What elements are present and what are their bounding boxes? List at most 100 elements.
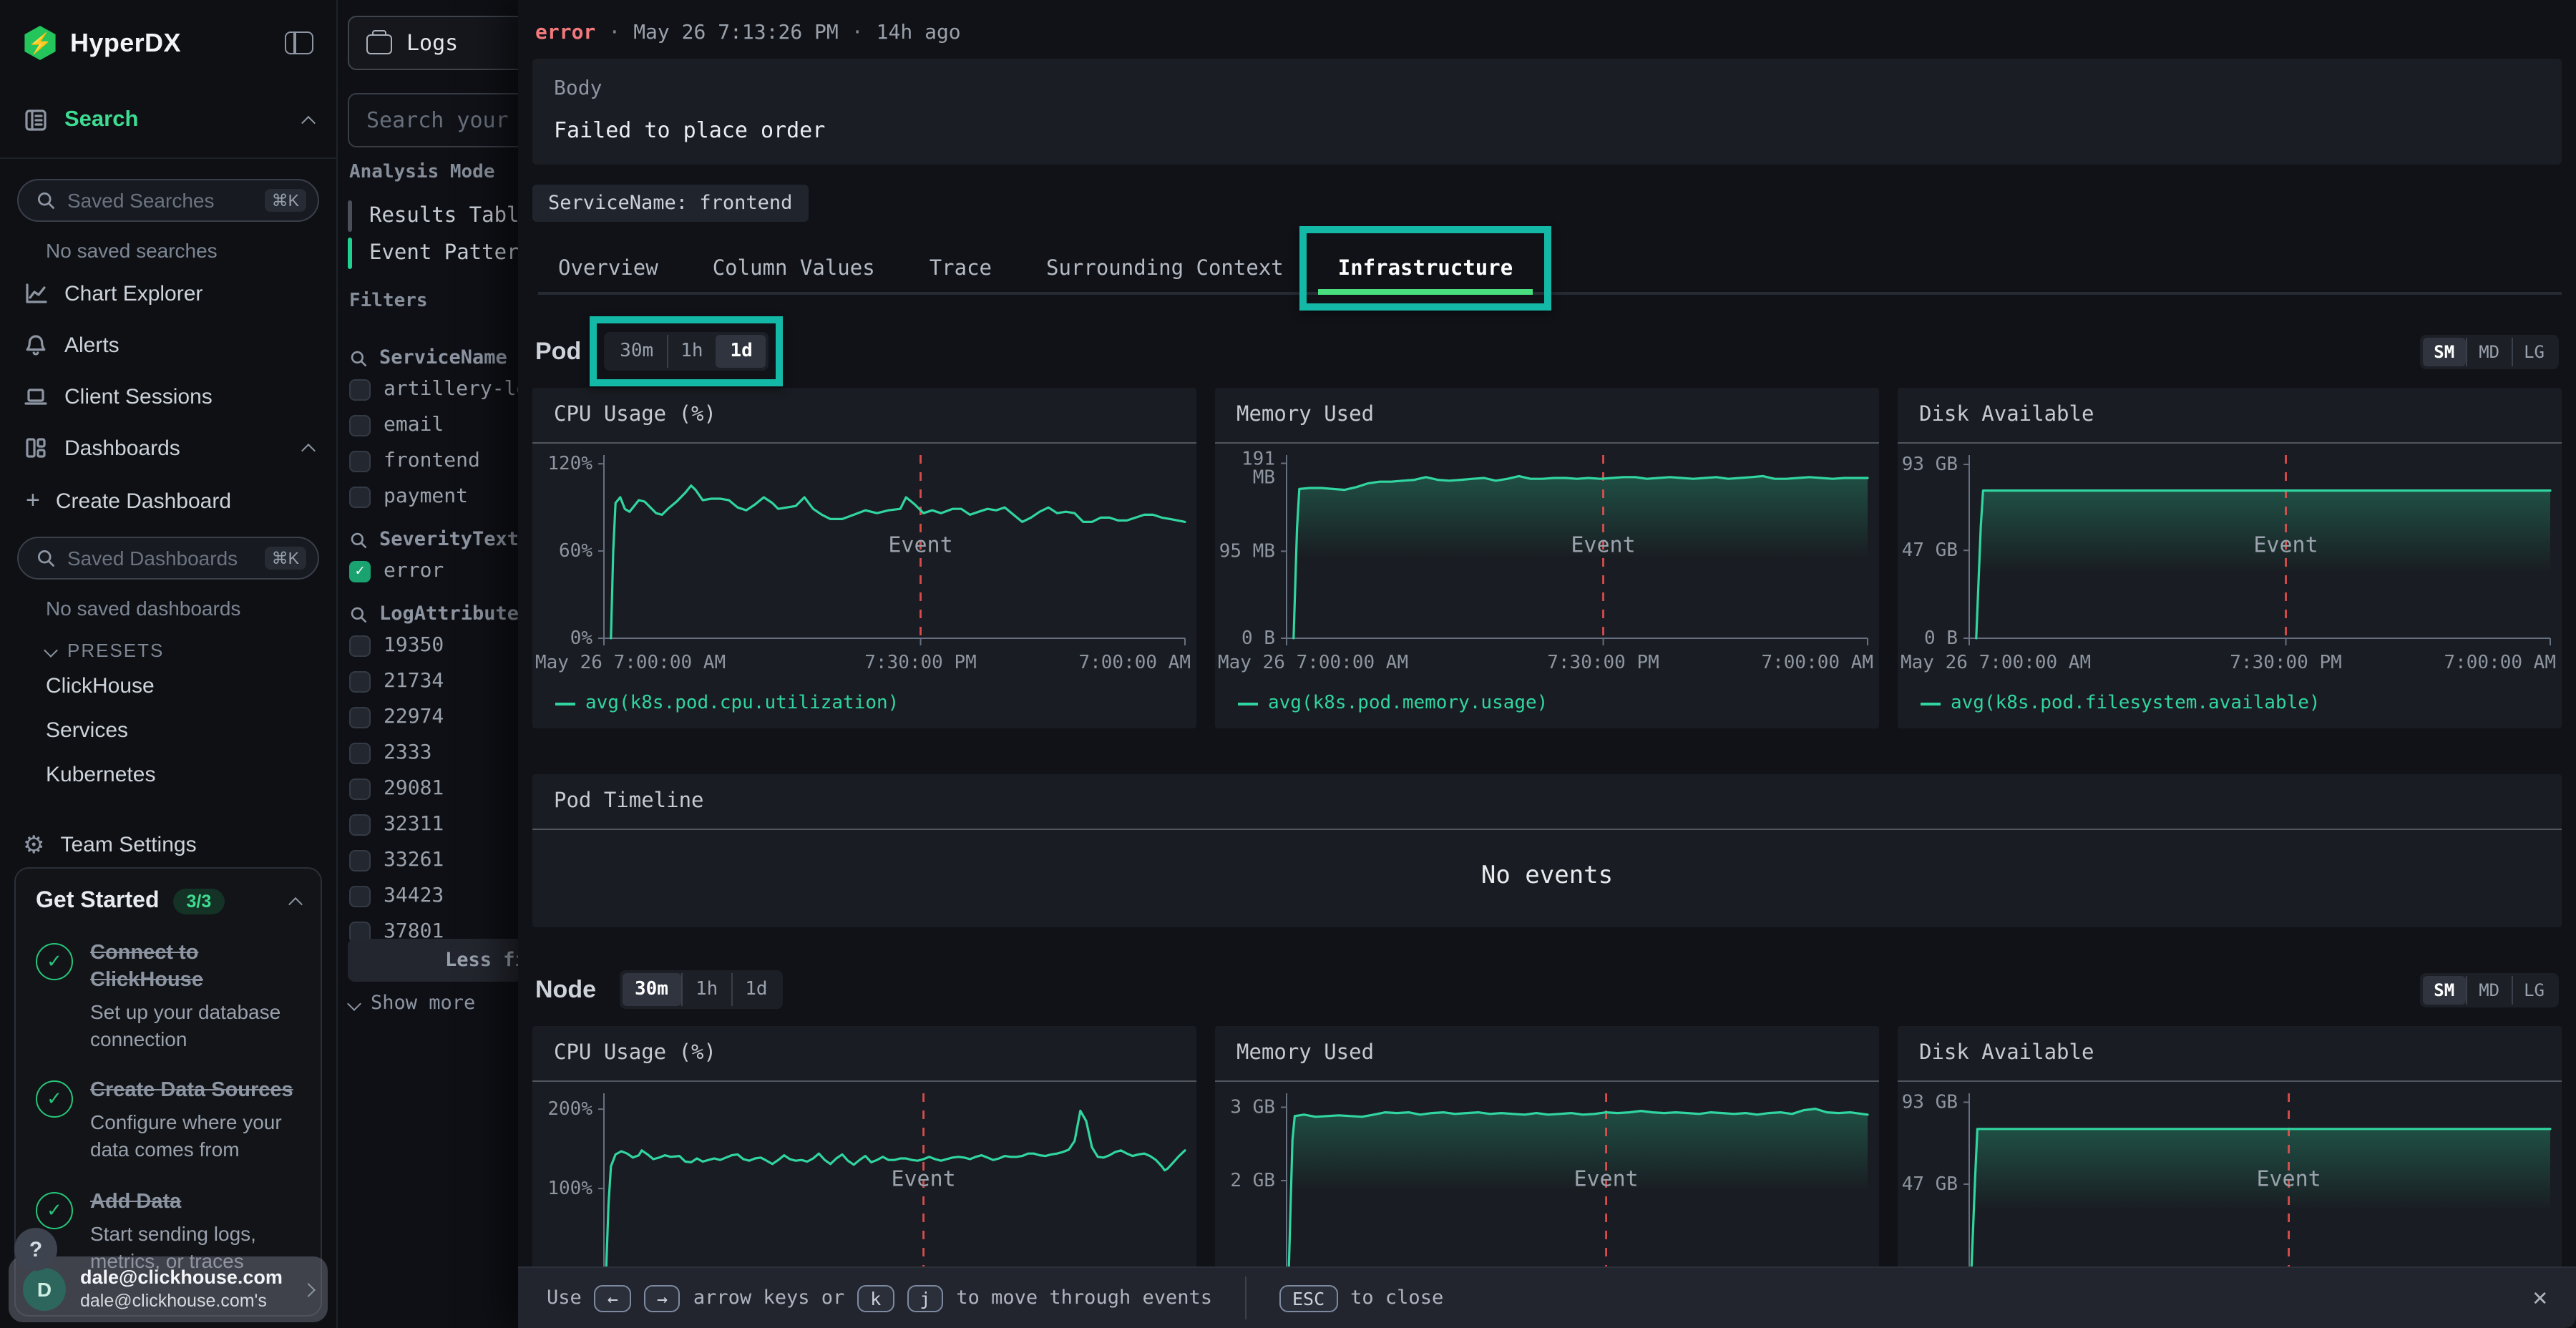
event-header: error · May 26 7:13:26 PM · 14h ago <box>518 0 2576 44</box>
sidebar-item-label: Team Settings <box>61 833 314 857</box>
presets-label: PRESETS <box>67 640 164 661</box>
svg-text:93 GB: 93 GB <box>1902 454 1958 475</box>
chart-legend: avg(k8s.pod.filesystem.available) <box>1898 690 2562 728</box>
node-range-1h[interactable]: 1h <box>681 973 731 1006</box>
svg-text:0 B: 0 B <box>1241 628 1275 649</box>
event-tabs: Overview Column Values Trace Surrounding Co… <box>538 245 2562 295</box>
segmented-control: 30m1h1d <box>604 332 769 371</box>
chevron-right-icon <box>301 1282 316 1297</box>
checkbox[interactable] <box>349 670 371 692</box>
svg-text:7:30:00 PM: 7:30:00 PM <box>1547 652 1659 673</box>
checkbox[interactable] <box>349 742 371 763</box>
checkbox[interactable] <box>349 486 371 507</box>
sidebar-item-chart-explorer[interactable]: Chart Explorer <box>0 268 336 319</box>
event-age: 14h ago <box>877 21 961 44</box>
tab-infrastructure[interactable]: Infrastructure <box>1318 245 1533 295</box>
pod-section-title: Pod <box>535 337 581 366</box>
filter-option-label: 32311 <box>384 813 444 836</box>
sidebar-item-dashboards[interactable]: Dashboards <box>0 422 336 474</box>
preset-item-services[interactable]: Services <box>0 708 336 753</box>
analysis-mode-label: Analysis Mode <box>349 162 495 183</box>
separator-dot: · <box>608 21 620 44</box>
pod-range-1d[interactable]: 1d <box>716 335 766 368</box>
checkbox[interactable] <box>349 635 371 656</box>
tab-overview[interactable]: Overview <box>538 245 678 295</box>
segmented-control: SMMDLG <box>2419 972 2559 1007</box>
get-started-task[interactable]: ✓Connect to ClickHouseSet up your databa… <box>36 940 301 1053</box>
pod-range-1h[interactable]: 1h <box>666 335 716 368</box>
sidebar-item-label: Search <box>64 107 288 133</box>
sidebar-item-team-settings[interactable]: ⚙ Team Settings <box>0 820 336 870</box>
filter-group-name: SeverityText <box>379 528 519 551</box>
checkbox[interactable] <box>349 885 371 907</box>
checkbox[interactable] <box>349 849 371 871</box>
mode-indicator <box>348 238 352 269</box>
annotation-box-infrastructure-tab <box>1299 226 1551 311</box>
chevron-up-icon[interactable] <box>288 897 303 911</box>
magnifier-icon <box>349 605 368 623</box>
svg-text:0 B: 0 B <box>1924 628 1958 649</box>
preset-item-kubernetes[interactable]: Kubernetes <box>0 753 336 797</box>
preset-item-clickhouse[interactable]: ClickHouse <box>0 664 336 708</box>
node-section-title: Node <box>535 975 596 1004</box>
checkbox[interactable] <box>349 706 371 728</box>
filter-option-label: 29081 <box>384 777 444 800</box>
user-menu[interactable]: D dale@clickhouse.com dale@clickhouse.co… <box>9 1256 328 1322</box>
node-size-sm[interactable]: SM <box>2422 975 2466 1004</box>
show-more-label: Show more <box>371 992 475 1015</box>
node-size-md[interactable]: MD <box>2466 975 2511 1004</box>
pod-charts-row: CPU Usage (%)120%60%0%EventMay 26 7:00:0… <box>532 388 2562 728</box>
pod-size-md[interactable]: MD <box>2466 337 2511 366</box>
event-side-panel: error · May 26 7:13:26 PM · 14h ago Body… <box>518 0 2576 1328</box>
source-select-label: Logs <box>406 30 458 56</box>
tab-column-values[interactable]: Column Values <box>693 245 895 295</box>
search-section-icon <box>23 107 49 133</box>
checkbox[interactable] <box>349 414 371 436</box>
sidebar-item-label: Dashboards <box>64 436 288 460</box>
svg-text:Event: Event <box>1574 1166 1638 1191</box>
chart-area: 191MB95 MB0 BEventMay 26 7:00:00 AM7:30:… <box>1215 444 1879 690</box>
close-icon[interactable]: ✕ <box>2533 1284 2548 1312</box>
svg-text:Event: Event <box>1571 533 1635 558</box>
get-started-tasks: ✓Connect to ClickHouseSet up your databa… <box>36 940 301 1274</box>
search-filters-column: Logs Search your ev Analysis Mode Result… <box>338 0 518 1328</box>
svg-text:200%: 200% <box>547 1098 592 1120</box>
checkbox[interactable] <box>349 450 371 472</box>
checkbox-checked[interactable]: ✓ <box>349 560 371 582</box>
chart-area: 120%60%0%EventMay 26 7:00:00 AM7:30:00 P… <box>532 444 1196 690</box>
help-button[interactable]: ? <box>14 1228 57 1271</box>
presets-toggle[interactable]: PRESETS <box>0 625 336 664</box>
saved-searches-placeholder: Saved Searches <box>67 189 253 212</box>
checkbox[interactable] <box>349 379 371 400</box>
pod-range-30m[interactable]: 30m <box>607 335 666 368</box>
plus-icon: + <box>26 487 40 515</box>
node-range-30m[interactable]: 30m <box>622 973 681 1006</box>
svg-text:May 26 7:00:00 AM: May 26 7:00:00 AM <box>1218 652 1408 673</box>
sidebar-item-alerts[interactable]: Alerts <box>0 319 336 371</box>
node-range-1d[interactable]: 1d <box>731 973 780 1006</box>
tab-trace[interactable]: Trace <box>909 245 1012 295</box>
legend-label: avg(k8s.pod.memory.usage) <box>1268 693 1548 714</box>
svg-text:60%: 60% <box>559 540 592 562</box>
checkbox[interactable] <box>349 778 371 799</box>
pod-size-sm[interactable]: SM <box>2422 337 2466 366</box>
service-name-tag[interactable]: ServiceName: frontend <box>532 185 808 222</box>
tab-surrounding-context[interactable]: Surrounding Context <box>1026 245 1304 295</box>
create-dashboard-button[interactable]: + Create Dashboard <box>0 474 336 528</box>
j-key: j <box>907 1284 943 1312</box>
no-saved-searches-text: No saved searches <box>0 222 336 268</box>
sidebar-item-client-sessions[interactable]: Client Sessions <box>0 371 336 422</box>
severity-badge: error <box>535 21 595 44</box>
saved-searches-input[interactable]: Saved Searches ⌘K <box>17 179 319 222</box>
checkbox[interactable] <box>349 814 371 835</box>
saved-dashboards-input[interactable]: Saved Dashboards ⌘K <box>17 537 319 580</box>
pod-size-lg[interactable]: LG <box>2511 337 2556 366</box>
filter-group-name: LogAttributes <box>379 602 530 625</box>
collapse-sidebar-icon[interactable] <box>285 31 313 54</box>
get-started-task[interactable]: ✓Create Data SourcesConfigure where your… <box>36 1078 301 1163</box>
node-size-lg[interactable]: LG <box>2511 975 2556 1004</box>
svg-text:Event: Event <box>2253 533 2318 558</box>
sidebar-item-search[interactable]: Search <box>0 94 336 146</box>
app-root: ⚡ HyperDX Search Saved Searches ⌘K No sa… <box>0 0 2576 1328</box>
sidebar-item-label: Chart Explorer <box>64 281 313 306</box>
